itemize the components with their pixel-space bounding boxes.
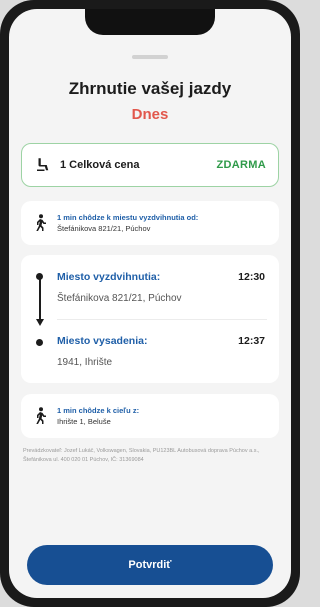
phone-frame: Zhrnutie vašej jazdy Dnes 1 Celková cena… xyxy=(0,0,300,607)
walk-to-pickup-card[interactable]: 1 min chôdze k miestu vyzdvihnutia od: Š… xyxy=(21,201,279,245)
walk-to-destination-card[interactable]: 1 min chôdze k cieľu z: Ihrište 1, Beluš… xyxy=(21,394,279,438)
dropoff-address: 1941, Ihrište xyxy=(57,357,113,368)
price-card: 1 Celková cena ZDARMA xyxy=(21,143,279,187)
walk-to-pickup-title: 1 min chôdze k miestu vyzdvihnutia od: xyxy=(57,212,199,222)
walk-to-destination-title: 1 min chôdze k cieľu z: xyxy=(57,405,140,415)
walking-person-icon xyxy=(36,214,46,231)
pickup-address: Štefánikova 821/21, Púchov xyxy=(57,293,182,304)
pickup-label: Miesto vyzdvihnutia: xyxy=(57,271,161,283)
page-title: Zhrnutie vašej jazdy xyxy=(68,79,232,98)
dropoff-label: Miesto vysadenia: xyxy=(57,335,148,347)
walk-to-destination-address: Ihrište 1, Beluše xyxy=(57,416,111,426)
seat-icon xyxy=(37,158,49,171)
dropoff-dot-icon xyxy=(36,339,43,346)
route-divider xyxy=(57,319,267,320)
route-card: Miesto vyzdvihnutia: 12:30 Štefánikova 8… xyxy=(21,255,279,383)
app-screen: Zhrnutie vašej jazdy Dnes 1 Celková cena… xyxy=(9,9,291,598)
operator-note: Prevádzkovateľ: Jozef Lukáč, Volkswagen,… xyxy=(23,448,260,463)
trip-day-label: Dnes xyxy=(131,106,169,123)
dropoff-time: 12:37 xyxy=(238,335,265,347)
route-arrow-icon xyxy=(35,319,44,326)
pickup-time: 12:30 xyxy=(238,271,265,283)
route-line xyxy=(39,277,41,321)
device-notch xyxy=(85,9,215,35)
total-price-value: ZDARMA xyxy=(216,159,266,171)
walk-to-pickup-address: Štefánikova 821/21, Púchov xyxy=(57,223,151,233)
walking-person-icon xyxy=(36,407,46,424)
sheet-grabber-handle[interactable] xyxy=(132,55,168,59)
total-price-label: 1 Celková cena xyxy=(60,159,140,171)
confirm-button[interactable]: Potvrdiť xyxy=(27,545,273,585)
